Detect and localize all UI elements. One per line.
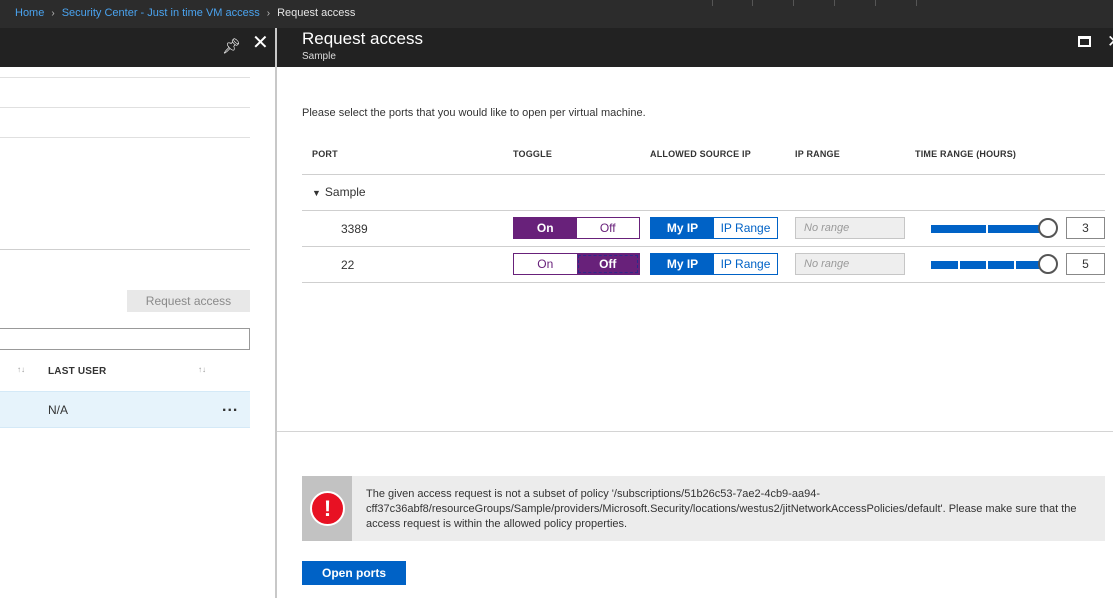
column-header-allowed-source-ip: ALLOWED SOURCE IP xyxy=(650,149,751,159)
divider xyxy=(302,210,1105,211)
topbar-divider xyxy=(916,0,917,6)
topbar-divider xyxy=(752,0,753,6)
error-message-text: The given access request is not a subset… xyxy=(366,488,1077,530)
filter-input[interactable] xyxy=(0,328,250,350)
topbar-divider xyxy=(712,0,713,6)
hours-input[interactable]: 5 xyxy=(1066,253,1105,275)
open-ports-button[interactable]: Open ports xyxy=(302,561,406,585)
chevron-right-icon: › xyxy=(51,7,55,19)
divider xyxy=(302,246,1105,247)
port-toggle: On Off xyxy=(513,217,640,239)
more-options-icon[interactable]: ... xyxy=(222,398,238,416)
table-row[interactable]: N/A ... xyxy=(0,391,250,428)
toggle-off-button[interactable]: Off xyxy=(576,218,639,238)
left-request-access-button[interactable]: Request access xyxy=(127,290,250,312)
topbar-divider xyxy=(793,0,794,6)
vm-group-toggle[interactable]: ▼ Sample xyxy=(312,185,366,199)
slider-segment xyxy=(931,225,986,233)
chevron-right-icon: › xyxy=(266,7,271,19)
toggle-off-button[interactable]: Off xyxy=(576,254,639,274)
allowed-source-ip-selector: My IP IP Range xyxy=(650,253,778,275)
port-number: 22 xyxy=(341,258,355,272)
breadcrumb: Home › Security Center - Just in time VM… xyxy=(15,7,355,19)
sort-icon[interactable]: ↑↓ xyxy=(17,365,25,374)
hours-input[interactable]: 3 xyxy=(1066,217,1105,239)
ip-range-input[interactable]: No range xyxy=(795,253,905,275)
divider xyxy=(302,282,1105,283)
column-header-toggle: TOGGLE xyxy=(513,149,553,159)
column-header-ip-range: IP RANGE xyxy=(795,149,840,159)
blade-divider xyxy=(275,28,277,598)
ip-range-button[interactable]: IP Range xyxy=(714,254,777,274)
divider xyxy=(0,77,250,78)
sort-icon[interactable]: ↑↓ xyxy=(198,365,206,374)
topbar-divider xyxy=(834,0,835,6)
allowed-source-ip-selector: My IP IP Range xyxy=(650,217,778,239)
column-header-time-range: TIME RANGE (HOURS) xyxy=(915,149,1017,159)
slider-segment xyxy=(959,261,986,269)
time-range-slider-handle[interactable] xyxy=(1038,254,1058,274)
column-header-port: PORT xyxy=(312,149,338,159)
error-message-box: ! The given access request is not a subs… xyxy=(302,476,1105,541)
time-range-slider-handle[interactable] xyxy=(1038,218,1058,238)
port-toggle: On Off xyxy=(513,253,640,275)
divider xyxy=(0,137,250,138)
ip-range-button[interactable]: IP Range xyxy=(714,218,777,238)
vm-group-name: Sample xyxy=(324,185,366,199)
left-blade: Request access ↑↓ LAST USER ↑↓ N/A ... xyxy=(0,67,275,598)
pin-icon[interactable]: 📌︎ xyxy=(222,37,241,55)
divider xyxy=(277,431,1113,432)
divider xyxy=(302,174,1105,175)
breadcrumb-home-link[interactable]: Home xyxy=(15,7,44,19)
slider-segment xyxy=(987,261,1014,269)
caret-down-icon: ▼ xyxy=(312,188,321,198)
topbar-divider xyxy=(875,0,876,6)
instruction-text: Please select the ports that you would l… xyxy=(302,107,646,119)
request-access-blade-header: Request access Sample ✕ xyxy=(277,28,1113,67)
my-ip-button[interactable]: My IP xyxy=(651,254,714,274)
blade-title: Request access xyxy=(302,29,423,48)
time-range-slider-track[interactable] xyxy=(931,261,1043,269)
blade-subtitle: Sample xyxy=(302,51,336,62)
ip-range-input[interactable]: No range xyxy=(795,217,905,239)
left-blade-header: 📌︎ ✕ xyxy=(0,28,275,67)
slider-segment xyxy=(931,261,958,269)
error-icon-container: ! xyxy=(302,476,352,541)
divider xyxy=(0,107,250,108)
column-header-last-user[interactable]: LAST USER xyxy=(48,366,106,377)
close-icon[interactable]: ✕ xyxy=(252,33,269,53)
port-number: 3389 xyxy=(341,222,368,236)
toggle-on-button[interactable]: On xyxy=(514,254,577,274)
my-ip-button[interactable]: My IP xyxy=(651,218,714,238)
error-icon: ! xyxy=(310,491,345,526)
slider-segment xyxy=(987,225,1041,233)
top-bar: Home › Security Center - Just in time VM… xyxy=(0,0,1113,28)
divider xyxy=(0,249,250,250)
maximize-icon[interactable] xyxy=(1078,36,1091,47)
breadcrumb-security-center-link[interactable]: Security Center - Just in time VM access xyxy=(62,7,260,19)
breadcrumb-current: Request access xyxy=(277,7,356,19)
close-icon[interactable]: ✕ xyxy=(1107,32,1113,52)
toggle-on-button[interactable]: On xyxy=(514,218,577,238)
last-user-value: N/A xyxy=(48,403,69,417)
time-range-slider-track[interactable] xyxy=(931,225,1043,233)
